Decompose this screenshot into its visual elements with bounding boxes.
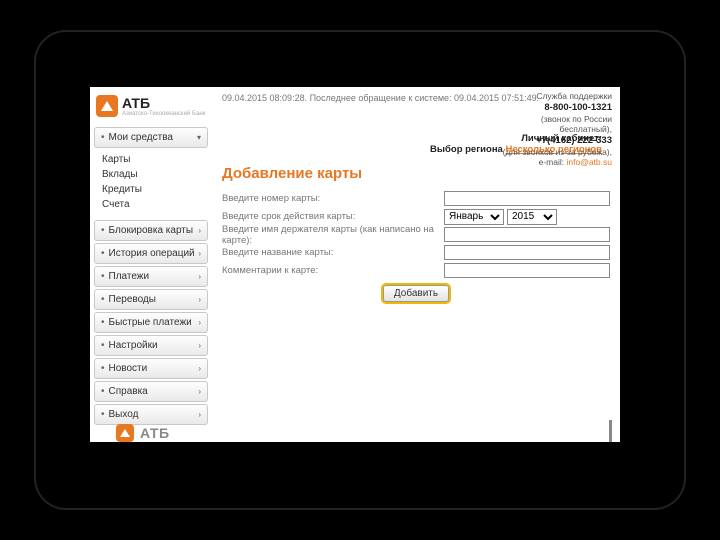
nav-transfers[interactable]: Переводы› <box>94 289 208 310</box>
chevron-right-icon: › <box>198 364 201 373</box>
nav-help[interactable]: Справка› <box>94 381 208 402</box>
footer-brand: АТБ <box>116 424 170 442</box>
sidebar-item-deposits[interactable]: Вклады <box>102 167 208 182</box>
nav-my-funds[interactable]: Мои средства ▾ <box>94 127 208 148</box>
presentation-frame: АТБ Азиатско-Тихоокеанский Банк Мои сред… <box>34 30 686 510</box>
label-card-number: Введите номер карты: <box>222 193 444 204</box>
support-title: Служба поддержки <box>502 91 612 102</box>
support-note2: (для звонков из-за рубежа), <box>502 147 612 158</box>
sidebar-item-accounts[interactable]: Счета <box>102 197 208 212</box>
label-holder: Введите имя держателя карты (как написан… <box>222 224 444 246</box>
sidebar-item-cards[interactable]: Карты <box>102 152 208 167</box>
submit-button[interactable]: Добавить <box>383 285 449 302</box>
sidebar: АТБ Азиатско-Тихоокеанский Банк Мои сред… <box>90 87 212 442</box>
chevron-right-icon: › <box>198 341 201 350</box>
app-window: АТБ Азиатско-Тихоокеанский Банк Мои сред… <box>90 87 620 442</box>
chevron-right-icon: › <box>198 295 201 304</box>
brand-name: АТБ <box>122 95 205 111</box>
footer-brand-name: АТБ <box>140 425 170 441</box>
nav-logout[interactable]: Выход› <box>94 404 208 425</box>
nav-news[interactable]: Новости› <box>94 358 208 379</box>
select-month[interactable]: Январь <box>444 209 504 225</box>
nav-history[interactable]: История операций› <box>94 243 208 264</box>
nav-settings[interactable]: Настройки› <box>94 335 208 356</box>
input-comment[interactable] <box>444 263 610 278</box>
select-year[interactable]: 2015 <box>507 209 557 225</box>
input-card-name[interactable] <box>444 245 610 260</box>
support-email-link[interactable]: info@atb.su <box>567 157 613 167</box>
row-card-name: Введите название карты: <box>222 244 610 261</box>
nav-quick-pay[interactable]: Быстрые платежи› <box>94 312 208 333</box>
brand-logo: АТБ Азиатско-Тихоокеанский Банк <box>94 91 208 125</box>
chevron-right-icon: › <box>198 272 201 281</box>
label-card-name: Введите название карты: <box>222 247 444 258</box>
support-note1: (звонок по России бесплатный), <box>502 114 612 135</box>
main-panel: 09.04.2015 08:09:28. Последнее обращение… <box>212 87 620 442</box>
sidebar-item-credits[interactable]: Кредиты <box>102 182 208 197</box>
region-label2: Выбор региона <box>430 144 503 155</box>
support-phone2: +7(4162) 222-333 <box>536 135 612 146</box>
nav-block-card[interactable]: Блокировка карты› <box>94 220 208 241</box>
row-expiry: Введите срок действия карты: Январь 2015 <box>222 208 610 225</box>
chevron-right-icon: › <box>198 387 201 396</box>
nav-sub-items: Карты Вклады Кредиты Счета <box>94 150 208 218</box>
footer-logo-icon <box>116 424 134 442</box>
footer-divider <box>609 420 612 442</box>
chevron-right-icon: › <box>198 249 201 258</box>
chevron-down-icon: ▾ <box>197 133 201 142</box>
label-expiry: Введите срок действия карты: <box>222 211 444 222</box>
row-card-number: Введите номер карты: <box>222 190 610 207</box>
support-phone1: 8-800-100-1321 <box>544 102 612 113</box>
app-content: АТБ Азиатско-Тихоокеанский Банк Мои сред… <box>90 87 620 442</box>
input-holder[interactable] <box>444 227 610 242</box>
label-comment: Комментарии к карте: <box>222 265 444 276</box>
support-block: Служба поддержки 8-800-100-1321 (звонок … <box>502 91 612 168</box>
row-holder: Введите имя держателя карты (как написан… <box>222 226 610 243</box>
logo-icon <box>96 95 118 117</box>
input-card-number[interactable] <box>444 191 610 206</box>
nav-payments[interactable]: Платежи› <box>94 266 208 287</box>
chevron-right-icon: › <box>198 226 201 235</box>
chevron-right-icon: › <box>198 410 201 419</box>
brand-subtitle: Азиатско-Тихоокеанский Банк <box>122 111 205 117</box>
chevron-right-icon: › <box>198 318 201 327</box>
row-comment: Комментарии к карте: <box>222 262 610 279</box>
